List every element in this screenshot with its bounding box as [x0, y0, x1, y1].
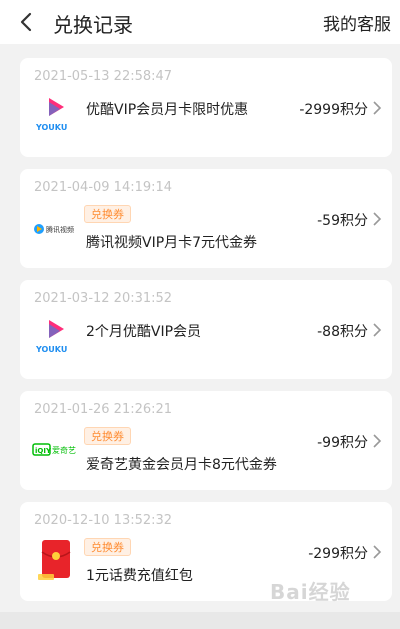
record-points: -2999积分: [299, 102, 368, 118]
bottom-strip: [0, 612, 400, 629]
record-card[interactable]: 2021-03-12 20:31:52 YOUKU 2个月优酷VIP会员 -88…: [20, 280, 392, 379]
voucher-tag: 兑换券: [84, 427, 131, 445]
chevron-right-icon: [372, 212, 382, 226]
top-bar: 兑换记录 我的客服: [0, 0, 400, 44]
record-card[interactable]: 2021-01-26 21:26:21 兑换券 iQIY 爱奇艺 爱奇艺黄金会员…: [20, 391, 392, 490]
back-arrow-icon[interactable]: [16, 11, 38, 33]
iqiyi-logo-icon: iQIY 爱奇艺: [32, 431, 82, 471]
record-title: 爱奇艺黄金会员月卡8元代金券: [86, 457, 277, 473]
record-title: 优酷VIP会员月卡限时优惠: [86, 102, 249, 118]
voucher-tag-label: 兑换券: [91, 430, 124, 443]
record-date: 2021-04-09 14:19:14: [34, 180, 173, 195]
record-date: 2021-03-12 20:31:52: [34, 291, 173, 306]
record-title: 2个月优酷VIP会员: [86, 324, 202, 340]
record-points: -99积分: [317, 435, 368, 451]
svg-text:iQIY: iQIY: [35, 447, 52, 455]
customer-service-button[interactable]: 我的客服: [323, 10, 391, 35]
voucher-tag-label: 兑换券: [91, 208, 124, 221]
voucher-tag-label: 兑换券: [91, 541, 124, 554]
svg-text:YOUKU: YOUKU: [35, 123, 67, 132]
record-date: 2020-12-10 13:52:32: [34, 513, 173, 528]
chevron-right-icon: [372, 323, 382, 337]
svg-text:腾讯视频: 腾讯视频: [46, 225, 74, 234]
youku-logo-icon: YOUKU: [32, 96, 82, 136]
chevron-right-icon: [372, 545, 382, 559]
red-envelope-icon: [32, 538, 82, 580]
voucher-tag: 兑换券: [84, 205, 131, 223]
tencent-video-logo-icon: 腾讯视频: [32, 209, 82, 249]
record-points: -88积分: [317, 324, 368, 340]
record-title: 腾讯视频VIP月卡7元代金券: [86, 235, 258, 251]
record-date: 2021-05-13 22:58:47: [34, 69, 173, 84]
record-points: -59积分: [317, 213, 368, 229]
voucher-tag: 兑换券: [84, 538, 131, 556]
record-date: 2021-01-26 21:26:21: [34, 402, 173, 417]
page-title: 兑换记录: [53, 13, 133, 37]
svg-text:爱奇艺: 爱奇艺: [52, 445, 76, 455]
record-title: 1元话费充值红包: [86, 568, 193, 584]
youku-logo-icon: YOUKU: [32, 318, 82, 358]
record-card[interactable]: 2021-05-13 22:58:47 YOUKU 优酷VIP会员月卡限时优惠 …: [20, 58, 392, 157]
watermark: Bai经验: [270, 580, 351, 604]
record-card[interactable]: 2021-04-09 14:19:14 兑换券 腾讯视频 腾讯视频VIP月卡7元…: [20, 169, 392, 268]
chevron-right-icon: [372, 434, 382, 448]
record-points: -299积分: [308, 546, 368, 562]
chevron-right-icon: [372, 101, 382, 115]
svg-text:YOUKU: YOUKU: [35, 345, 67, 354]
